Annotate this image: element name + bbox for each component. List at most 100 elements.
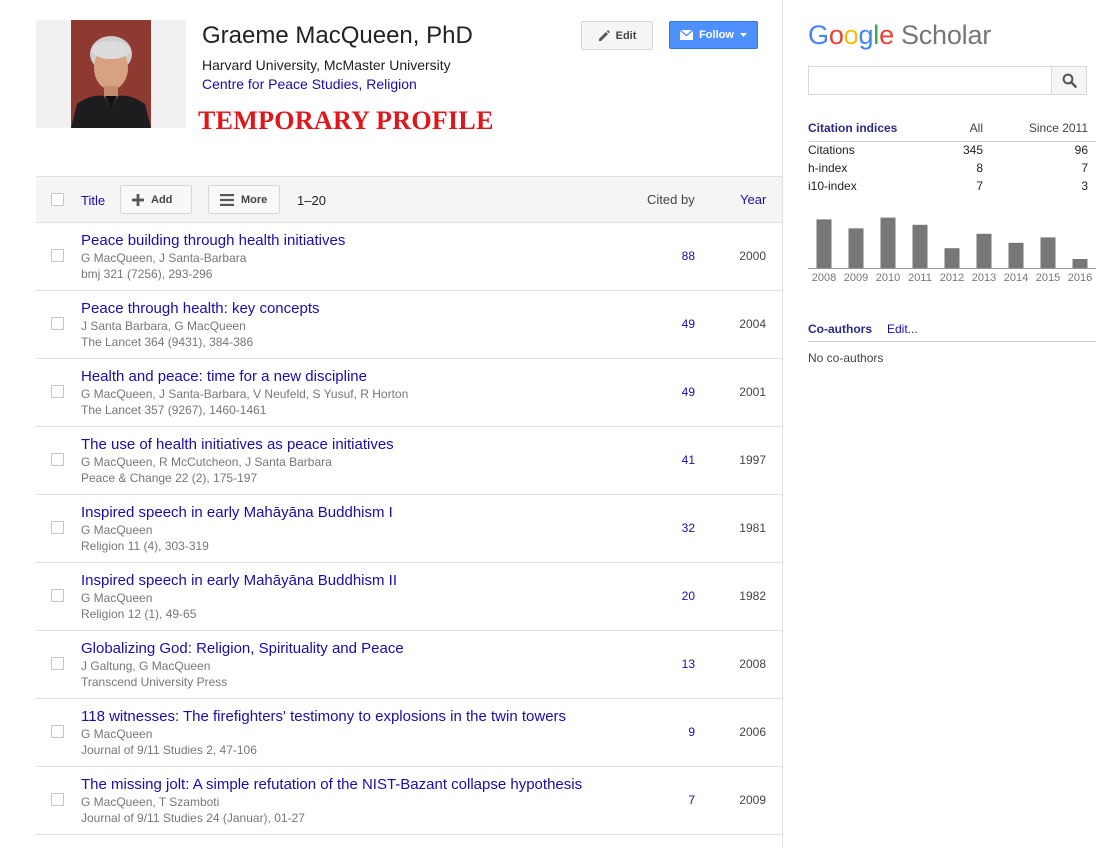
avatar[interactable] bbox=[71, 20, 151, 128]
article-title-link[interactable]: 118 witnesses: The firefighters' testimo… bbox=[81, 708, 566, 725]
article-title-link[interactable]: The missing jolt: A simple refutation of… bbox=[81, 776, 582, 793]
no-coauthors-text: No co-authors bbox=[808, 351, 884, 365]
article-venue: Journal of 9/11 Studies 2, 47-106 bbox=[81, 743, 257, 757]
envelope-icon bbox=[680, 30, 694, 40]
article-title-link[interactable]: Inspired speech in early Mahāyāna Buddhi… bbox=[81, 504, 393, 521]
table-row: Health and peace: time for a new discipl… bbox=[36, 359, 782, 427]
col-since-label: Since 2011 bbox=[1028, 121, 1088, 135]
article-venue: Peace & Change 22 (2), 175-197 bbox=[81, 471, 258, 485]
cited-by-count-link[interactable]: 32 bbox=[682, 521, 695, 535]
col-all-label: All bbox=[969, 121, 983, 135]
article-year: 2000 bbox=[739, 249, 766, 263]
cited-by-count-link[interactable]: 9 bbox=[688, 725, 695, 739]
chart-bar-2016[interactable] bbox=[1072, 259, 1088, 268]
citations-bar-chart: 2008 2009 2010 2011 2012 2013 2014 2015 2016 bbox=[808, 217, 1096, 284]
more-actions-button[interactable]: More bbox=[208, 185, 280, 214]
chart-bar-2012[interactable] bbox=[944, 248, 960, 268]
logo-letter: o bbox=[843, 20, 859, 50]
profile-affiliation: Harvard University, McMaster University bbox=[202, 57, 451, 73]
article-year: 1981 bbox=[739, 521, 766, 535]
edit-profile-button[interactable]: Edit bbox=[581, 21, 653, 50]
scholar-search-form bbox=[808, 66, 1087, 95]
coauthors-header: Co-authors Edit... bbox=[808, 320, 1096, 342]
citation-row-i10-index: i10-index 7 3 bbox=[808, 178, 1096, 196]
metric-all: 7 bbox=[976, 179, 983, 193]
cited-by-count-link[interactable]: 49 bbox=[682, 385, 695, 399]
row-checkbox[interactable] bbox=[51, 385, 64, 398]
chart-tick-label-2014: 2014 bbox=[1004, 272, 1028, 284]
row-checkbox[interactable] bbox=[51, 317, 64, 330]
cited-by-count-link[interactable]: 13 bbox=[682, 657, 695, 671]
sort-by-cited-by[interactable]: Cited by bbox=[647, 192, 695, 207]
article-venue: The Lancet 364 (9431), 384-386 bbox=[81, 335, 254, 349]
chart-bar-2010[interactable] bbox=[880, 217, 896, 268]
metric-label: i10-index bbox=[808, 179, 857, 193]
logo-google-word: Google bbox=[808, 20, 894, 50]
article-title-link[interactable]: Peace through health: key concepts bbox=[81, 300, 320, 317]
row-checkbox[interactable] bbox=[51, 589, 64, 602]
article-title-link[interactable]: Inspired speech in early Mahāyāna Buddhi… bbox=[81, 572, 397, 589]
article-venue: Transcend University Press bbox=[81, 675, 228, 689]
search-button[interactable] bbox=[1051, 66, 1087, 95]
pencil-icon bbox=[598, 29, 610, 41]
table-row: The missing jolt: A simple refutation of… bbox=[36, 767, 782, 835]
table-row: The use of health initiatives as peace i… bbox=[36, 427, 782, 495]
row-checkbox[interactable] bbox=[51, 521, 64, 534]
cited-by-count-link[interactable]: 7 bbox=[688, 793, 695, 807]
article-title-link[interactable]: Globalizing God: Religion, Spirituality … bbox=[81, 640, 404, 657]
metric-since: 96 bbox=[1074, 143, 1088, 157]
chart-bar-2011[interactable] bbox=[912, 224, 928, 268]
citations-per-year-chart: 2008 2009 2010 2011 2012 2013 2014 2015 2016 bbox=[808, 206, 1096, 284]
table-row: Peace building through health initiative… bbox=[36, 223, 782, 291]
cited-by-count-link[interactable]: 20 bbox=[682, 589, 695, 603]
article-venue: The Lancet 357 (9267), 1460-1461 bbox=[81, 403, 267, 417]
metric-label: Citations bbox=[808, 143, 855, 157]
interest-link-peace-studies[interactable]: Centre for Peace Studies bbox=[202, 76, 358, 92]
article-authors: G MacQueen, J Santa-Barbara bbox=[81, 251, 247, 265]
row-checkbox[interactable] bbox=[51, 453, 64, 466]
avatar-portrait-image bbox=[71, 20, 151, 128]
citation-indices-header: Citation indices All Since 2011 bbox=[808, 120, 1096, 142]
interest-link-religion[interactable]: Religion bbox=[366, 76, 417, 92]
more-button-label: More bbox=[241, 193, 268, 206]
add-article-button[interactable]: Add bbox=[120, 185, 192, 214]
chart-bar-2014[interactable] bbox=[1008, 242, 1024, 268]
avatar-frame bbox=[36, 20, 186, 128]
article-authors: G MacQueen, R McCutcheon, J Santa Barbar… bbox=[81, 455, 332, 469]
article-year: 2001 bbox=[739, 385, 766, 399]
cited-by-count-link[interactable]: 41 bbox=[682, 453, 695, 467]
article-authors: J Galtung, G MacQueen bbox=[81, 659, 211, 673]
row-checkbox[interactable] bbox=[51, 793, 64, 806]
article-title-link[interactable]: Peace building through health initiative… bbox=[81, 232, 345, 249]
article-title-link[interactable]: The use of health initiatives as peace i… bbox=[81, 436, 394, 453]
edit-coauthors-link[interactable]: Edit... bbox=[887, 322, 918, 336]
logo-letter: o bbox=[828, 20, 844, 50]
article-year: 1997 bbox=[739, 453, 766, 467]
chart-bar-2013[interactable] bbox=[976, 233, 992, 268]
cited-by-count-link[interactable]: 88 bbox=[682, 249, 695, 263]
cited-by-count-link[interactable]: 49 bbox=[682, 317, 695, 331]
logo-scholar-word: Scholar bbox=[900, 20, 992, 50]
follow-button[interactable]: Follow bbox=[669, 21, 758, 49]
chart-bar-2015[interactable] bbox=[1040, 237, 1056, 268]
sort-by-year[interactable]: Year bbox=[740, 192, 766, 207]
article-year: 2006 bbox=[739, 725, 766, 739]
row-checkbox[interactable] bbox=[51, 657, 64, 670]
google-scholar-logo[interactable]: Google Scholar bbox=[808, 20, 991, 51]
logo-letter: G bbox=[808, 20, 829, 50]
article-venue: Religion 12 (1), 49-65 bbox=[81, 607, 197, 621]
scholar-search-input[interactable] bbox=[808, 66, 1052, 95]
table-row: Inspired speech in early Mahāyāna Buddhi… bbox=[36, 563, 782, 631]
chart-bar-2008[interactable] bbox=[816, 219, 832, 268]
chart-bar-2009[interactable] bbox=[848, 228, 864, 268]
select-all-checkbox[interactable] bbox=[51, 193, 64, 206]
table-row: 118 witnesses: The firefighters' testimo… bbox=[36, 699, 782, 767]
coauthors-label: Co-authors bbox=[808, 322, 872, 336]
sort-by-title[interactable]: Title bbox=[81, 193, 105, 208]
article-title-link[interactable]: Health and peace: time for a new discipl… bbox=[81, 368, 367, 385]
row-checkbox[interactable] bbox=[51, 725, 64, 738]
metric-all: 345 bbox=[962, 143, 983, 157]
temporary-profile-notice: TEMPORARY PROFILE bbox=[198, 106, 494, 135]
row-checkbox[interactable] bbox=[51, 249, 64, 262]
metric-since: 3 bbox=[1081, 179, 1088, 193]
